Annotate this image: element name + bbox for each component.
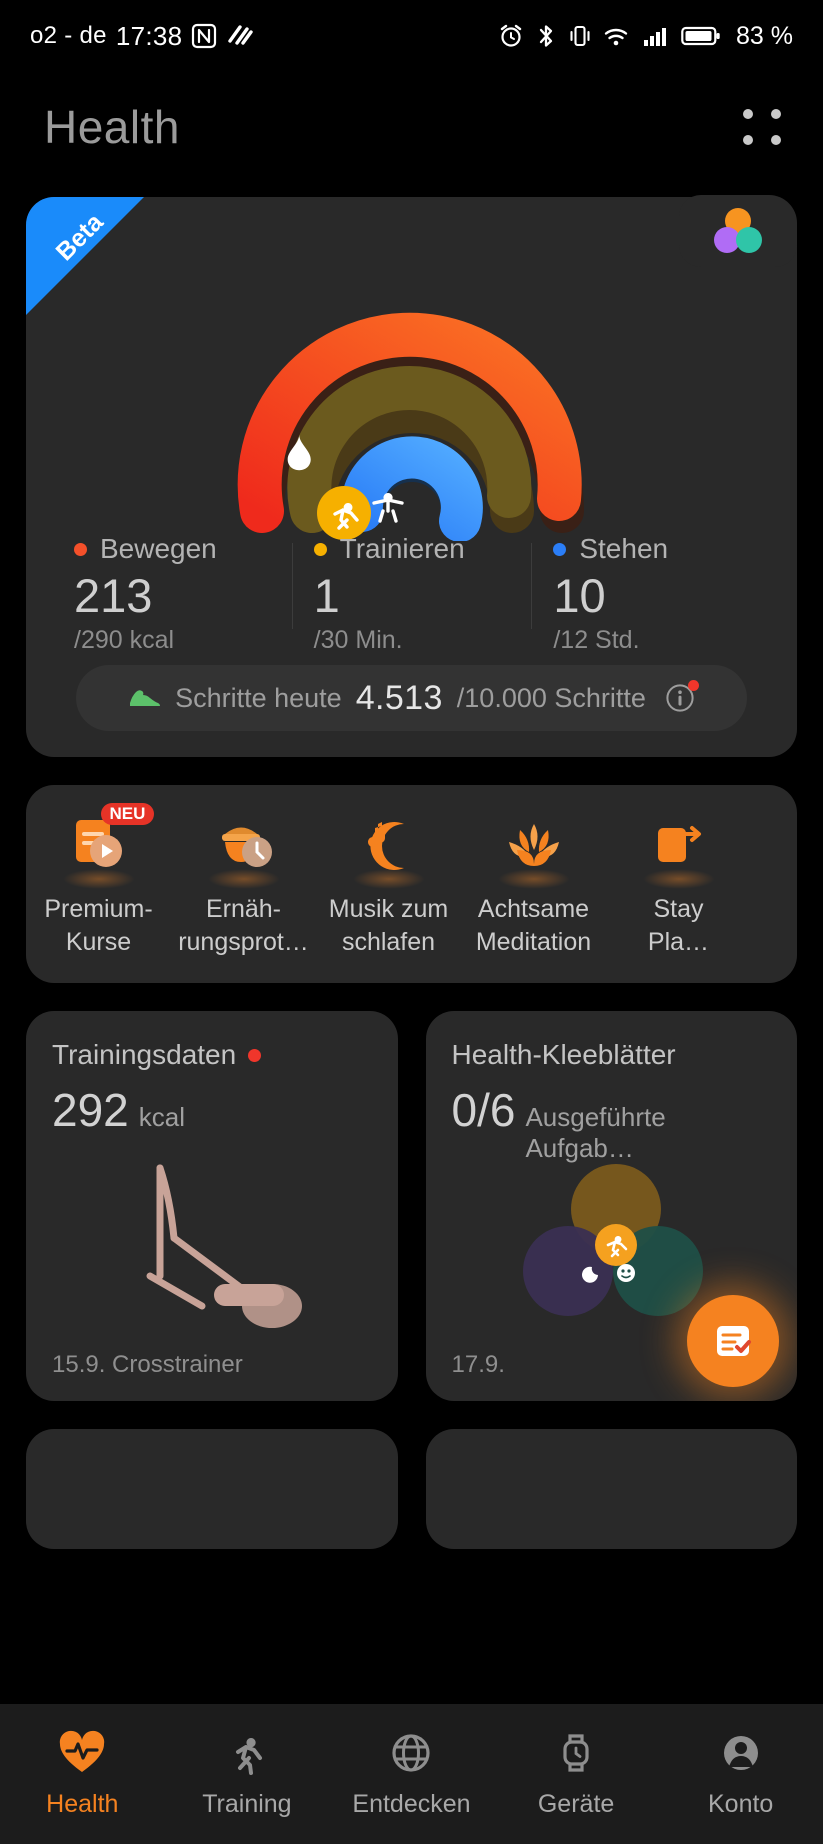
steps-value: 4.513 [355, 678, 443, 717]
food-bowl-clock-icon [171, 807, 316, 889]
stat-label: Bewegen [100, 533, 217, 564]
grid-dots-icon[interactable] [743, 109, 781, 145]
stat-bewegen[interactable]: Bewegen 213 /290 kcal [52, 533, 292, 655]
nav-label: Entdecken [352, 1789, 471, 1818]
card-peek-right[interactable] [425, 1429, 797, 1549]
cards-grid: Trainingsdaten 292 kcal 15.9. Crosstrain… [26, 1011, 797, 1401]
card-value: 292 [52, 1084, 129, 1136]
battery-percent-label: 83 % [736, 21, 793, 50]
alarm-icon [498, 23, 524, 49]
cards-grid-peek [26, 1429, 797, 1549]
card-title: Health-Kleeblätter [451, 1039, 676, 1070]
card-footer: 17.9. [451, 1351, 505, 1378]
shortcut-label: Premium- Kurse [44, 895, 153, 956]
nav-label: Konto [708, 1789, 774, 1818]
card-unit: kcal [138, 1102, 185, 1132]
steps-pill[interactable]: Schritte heute 4.513 /10.000 Schritte [76, 665, 747, 731]
stat-value: 10 [553, 569, 606, 622]
stat-goal: /12 Std. [553, 626, 640, 655]
phone-screen: o2 - de 17:38 83 % Health Beta Bewegen 2… [0, 0, 823, 1844]
stat-value: 1 [313, 569, 340, 622]
status-bar: o2 - de 17:38 83 % [0, 0, 823, 72]
nav-label: Health [46, 1789, 119, 1818]
card-health-kleeblaetter[interactable]: Health-Kleeblätter 0/6 Ausgeführte Aufga… [425, 1011, 797, 1401]
runner-icon [224, 1730, 270, 1781]
shortcut-premium-kurse[interactable]: NEU Premium- Kurse [26, 803, 171, 958]
move-dot-icon [74, 542, 87, 556]
info-badge-dot [687, 680, 699, 691]
course-play-icon: NEU [26, 803, 171, 889]
checklist-icon[interactable] [687, 1295, 779, 1387]
sleep-music-icon [316, 807, 461, 889]
stand-dot-icon [553, 542, 567, 556]
running-person-icon [316, 486, 371, 540]
rings-stats-row: Bewegen 213 /290 kcal Trainieren 1 /30 M… [26, 533, 797, 655]
carrier-label: o2 - de [30, 22, 107, 49]
nav-item-geraete[interactable]: Geräte [494, 1730, 659, 1819]
vibrate-icon [568, 23, 592, 49]
activity-rings-card[interactable]: Beta Bewegen 213 /290 kcal Trainieren 1 … [26, 195, 797, 757]
activity-rings-graphic [26, 211, 797, 541]
status-bar-right: 83 % [498, 22, 793, 51]
shortcut-label: Achtsame Meditation [475, 895, 592, 956]
info-icon[interactable] [664, 680, 699, 714]
crosstrainer-icon [26, 1151, 398, 1341]
wifi-icon [603, 23, 631, 49]
person-icon [718, 1730, 764, 1781]
card-footer: 15.9. Crosstrainer [52, 1351, 243, 1378]
neu-badge: NEU [100, 803, 155, 825]
status-bar-left: o2 - de 17:38 [30, 21, 254, 52]
nav-item-training[interactable]: Training [165, 1730, 330, 1819]
globe-icon [388, 1730, 434, 1781]
bluetooth-icon [535, 23, 557, 49]
stat-label: Trainieren [339, 533, 465, 564]
stat-trainieren[interactable]: Trainieren 1 /30 Min. [291, 533, 532, 655]
stat-goal: /290 kcal [74, 626, 175, 655]
stay-plan-icon [606, 807, 751, 889]
card-title-row: Health-Kleeblätter [452, 1039, 772, 1071]
stat-stehen[interactable]: Stehen 10 /12 Std. [531, 533, 771, 655]
shortcut-musik-zum-schlafen[interactable]: Musik zum schlafen [316, 807, 461, 958]
shortcuts-row[interactable]: NEU Premium- Kurse Ernäh- rungsprot… Mus… [26, 785, 797, 983]
steps-goal: /10.000 Schritte [456, 682, 646, 713]
app-header: Health [0, 72, 823, 182]
shortcut-ernaehrungsprotokoll[interactable]: Ernäh-rungsprot… [171, 807, 316, 958]
nav-item-health[interactable]: Health [0, 1730, 165, 1819]
watch-icon [553, 1730, 599, 1781]
exercise-dot-icon [313, 542, 327, 556]
steps-label: Schritte heute [175, 682, 342, 713]
card-peek-left[interactable] [26, 1429, 398, 1549]
shoe-icon [127, 683, 161, 714]
shortcut-label: Ernäh-rungsprot… [178, 895, 309, 956]
card-title: Trainingsdaten [52, 1039, 237, 1070]
card-badge-dot [248, 1048, 262, 1062]
stat-goal: /30 Min. [313, 626, 403, 655]
battery-icon [681, 23, 721, 49]
card-title-row: Trainingsdaten [52, 1039, 372, 1071]
shortcut-achtsame-meditation[interactable]: Achtsame Meditation [461, 807, 606, 958]
card-trainingsdaten[interactable]: Trainingsdaten 292 kcal 15.9. Crosstrain… [26, 1011, 398, 1401]
stat-value: 213 [74, 569, 153, 622]
shortcut-label: Stay Pla… [647, 895, 710, 956]
nav-item-konto[interactable]: Konto [658, 1730, 823, 1819]
nav-label: Geräte [537, 1789, 615, 1818]
nav-item-entdecken[interactable]: Entdecken [329, 1730, 494, 1819]
heart-pulse-icon [57, 1730, 107, 1781]
card-value: 0/6 [451, 1084, 516, 1136]
swipe-icon [226, 23, 254, 49]
clock-label: 17:38 [115, 20, 183, 51]
signal-icon [642, 23, 670, 49]
shortcut-stay-plan[interactable]: Stay Pla… [606, 807, 751, 958]
nav-label: Training [202, 1789, 292, 1818]
lotus-icon [461, 807, 606, 889]
page-title: Health [44, 101, 180, 153]
stat-label: Stehen [579, 533, 669, 564]
bottom-navigation[interactable]: Health Training Entdecken Geräte Konto [0, 1704, 823, 1844]
scroll-content[interactable]: Beta Bewegen 213 /290 kcal Trainieren 1 … [0, 182, 823, 1844]
shortcut-label: Musik zum schlafen [328, 895, 449, 956]
nfc-icon [191, 23, 217, 49]
